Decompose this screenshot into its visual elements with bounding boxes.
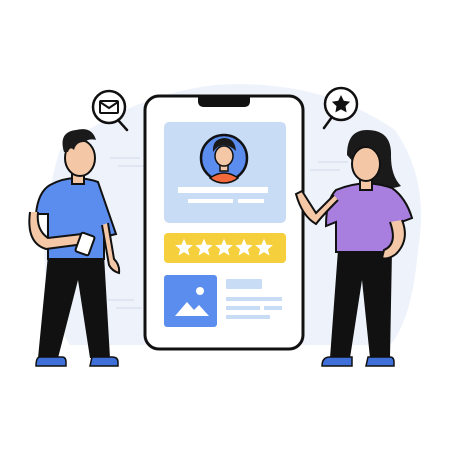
phone-notch <box>198 97 250 107</box>
ground-line <box>30 368 420 370</box>
profile-detail-line-2 <box>238 199 264 203</box>
media-text-line-3 <box>264 306 282 310</box>
media-text-line-2 <box>226 306 260 310</box>
avatar <box>199 133 249 184</box>
customer-review-illustration <box>28 84 422 370</box>
media-title-line <box>226 279 262 289</box>
profile-card <box>164 122 286 223</box>
rating-bar <box>164 233 286 263</box>
media-text-line-4 <box>226 315 270 319</box>
mail-icon <box>99 100 119 114</box>
media-text-line-1 <box>226 297 282 301</box>
profile-detail-line-1 <box>188 199 233 203</box>
profile-name-line <box>178 187 268 193</box>
